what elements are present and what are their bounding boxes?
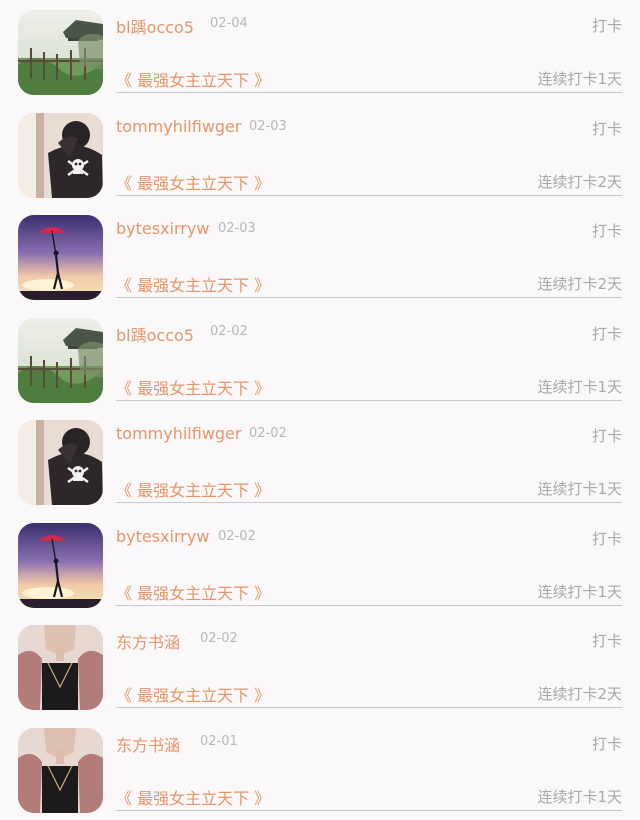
checkin-action-label: 打卡 (591, 632, 622, 650)
checkin-row[interactable]: bl踽occo5 02-02 打卡 《 最强女主立天下 》 连续打卡1天 (0, 308, 640, 411)
book-title-link[interactable]: 《 最强女主立天下 》 (116, 375, 270, 399)
checkin-row[interactable]: bytesxirryw 02-03 打卡 《 最强女主立天下 》 连续打卡2天 (0, 205, 640, 308)
streak-text: 连续打卡2天 (537, 172, 622, 191)
streak-text: 连续打卡1天 (537, 377, 622, 396)
book-title-link[interactable]: 《 最强女主立天下 》 (116, 682, 270, 706)
checkin-action-label: 打卡 (591, 222, 622, 240)
checkin-date: 02-02 (210, 323, 248, 339)
checkin-row[interactable]: 东方书涵 02-01 打卡 《 最强女主立天下 》 连续打卡1天 (0, 718, 640, 820)
divider (116, 502, 622, 503)
book-title-link[interactable]: 《 最强女主立天下 》 (116, 67, 270, 91)
streak-text: 连续打卡2天 (537, 685, 622, 703)
book-title-link[interactable]: 《 最强女主立天下 》 (116, 580, 270, 604)
portrait-avatar[interactable] (18, 625, 103, 710)
checkin-date: 02-02 (218, 528, 256, 544)
umbrella-sunset-avatar[interactable] (18, 522, 103, 608)
divider (116, 92, 622, 93)
divider (116, 297, 622, 298)
checkin-action-label: 打卡 (591, 734, 622, 753)
checkin-action-label: 打卡 (591, 427, 622, 445)
streak-text: 连续打卡1天 (537, 787, 622, 806)
checkin-row[interactable]: bytesxirryw 02-02 打卡 《 最强女主立天下 》 连续打卡1天 (0, 513, 640, 616)
checkin-row[interactable]: 东方书涵 02-02 打卡 《 最强女主立天下 》 连续打卡2天 (0, 615, 640, 718)
book-title-link[interactable]: 《 最强女主立天下 》 (116, 272, 270, 296)
username[interactable]: tommyhilfiwger (116, 117, 241, 136)
username[interactable]: bytesxirryw (116, 219, 209, 238)
checkin-date: 02-01 (200, 733, 238, 749)
username[interactable]: 东方书涵 (116, 629, 180, 653)
username[interactable]: bytesxirryw (116, 527, 209, 546)
checkin-date: 02-03 (218, 221, 256, 236)
checkin-row[interactable]: tommyhilfiwger 02-03 打卡 《 最强女主立天下 》 连续打卡… (0, 103, 640, 206)
streak-text: 连续打卡1天 (537, 582, 622, 601)
streak-text: 连续打卡2天 (537, 275, 622, 293)
book-title-link[interactable]: 《 最强女主立天下 》 (116, 170, 270, 194)
streak-text: 连续打卡1天 (537, 480, 622, 498)
checkin-action-label: 打卡 (591, 17, 622, 35)
skull-shirt-avatar[interactable] (18, 420, 103, 505)
username[interactable]: 东方书涵 (116, 732, 180, 756)
divider (116, 707, 622, 708)
umbrella-sunset-avatar[interactable] (18, 215, 103, 300)
skull-shirt-avatar[interactable] (18, 112, 103, 198)
book-title-link[interactable]: 《 最强女主立天下 》 (116, 785, 270, 809)
checkin-date: 02-03 (249, 118, 287, 134)
checkin-row[interactable]: bl踽occo5 02-04 打卡 《 最强女主立天下 》 连续打卡1天 (0, 0, 640, 103)
checkin-row[interactable]: tommyhilfiwger 02-02 打卡 《 最强女主立天下 》 连续打卡… (0, 410, 640, 513)
streak-text: 连续打卡1天 (537, 70, 622, 88)
divider (116, 399, 622, 401)
checkin-date: 02-02 (200, 631, 238, 646)
landscape-avatar[interactable] (18, 317, 103, 403)
username[interactable]: bl踽occo5 (116, 14, 194, 38)
checkin-action-label: 打卡 (591, 119, 622, 138)
checkin-date: 02-04 (210, 16, 248, 31)
checkin-action-label: 打卡 (591, 529, 622, 548)
checkin-date: 02-02 (249, 426, 287, 441)
checkin-action-label: 打卡 (591, 324, 622, 343)
landscape-avatar[interactable] (18, 10, 103, 95)
divider (116, 809, 622, 811)
portrait-avatar[interactable] (18, 727, 103, 813)
username[interactable]: bl踽occo5 (116, 322, 194, 346)
checkin-list: bl踽occo5 02-04 打卡 《 最强女主立天下 》 连续打卡1天 tom… (0, 0, 640, 820)
username[interactable]: tommyhilfiwger (116, 424, 241, 443)
divider (116, 604, 622, 606)
book-title-link[interactable]: 《 最强女主立天下 》 (116, 477, 270, 501)
divider (116, 194, 622, 196)
